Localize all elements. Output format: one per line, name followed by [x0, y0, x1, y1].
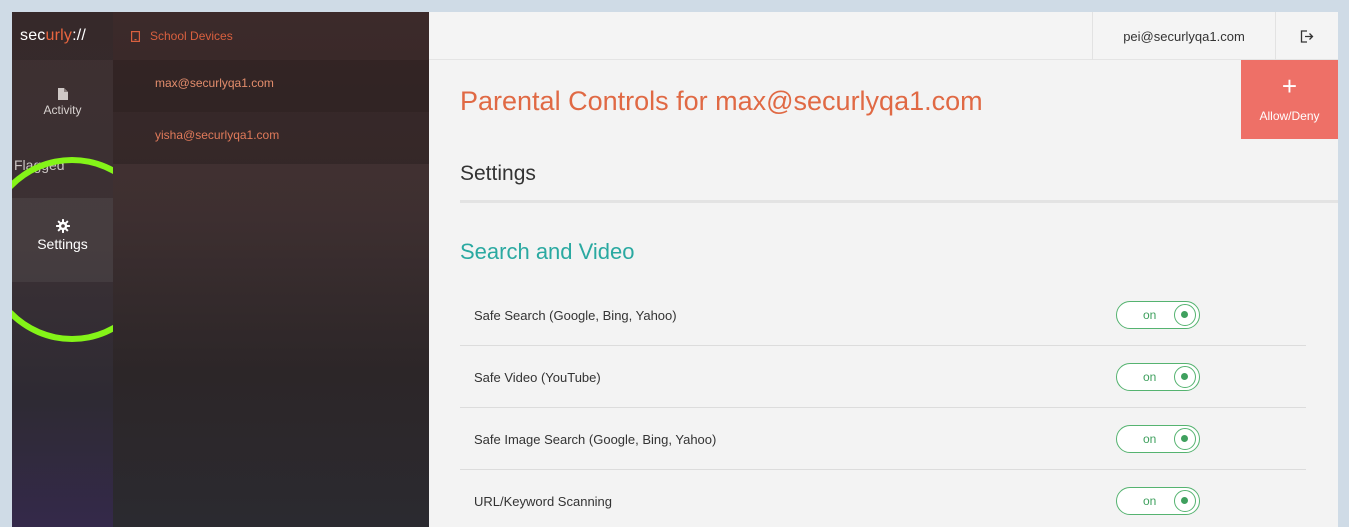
setting-row-safe-image-search: Safe Image Search (Google, Bing, Yahoo) … — [460, 408, 1306, 470]
allow-deny-label: Allow/Deny — [1259, 109, 1320, 123]
group-heading: Search and Video — [460, 239, 635, 264]
device-list-header: School Devices — [113, 12, 429, 60]
setting-label: Safe Image Search (Google, Bing, Yahoo) — [474, 431, 717, 447]
securly-logo[interactable]: sec urly:// — [12, 12, 113, 60]
allow-deny-button[interactable]: + Allow/Deny — [1241, 60, 1338, 139]
divider — [460, 200, 1338, 203]
device-list-title: School Devices — [150, 29, 233, 43]
device-list: School Devices max@securlyqa1.com yisha@… — [113, 12, 429, 527]
nav-item-activity[interactable]: Activity — [12, 76, 113, 136]
logo-text-prefix: sec — [20, 27, 46, 44]
tablet-icon — [131, 30, 140, 42]
device-item-max[interactable]: max@securlyqa1.com — [113, 60, 429, 112]
section-heading: Settings — [460, 162, 536, 185]
main-content: pei@securlyqa1.com + Allow/Deny Parental… — [429, 12, 1338, 527]
document-icon — [57, 88, 68, 100]
safe-video-toggle[interactable]: on — [1116, 363, 1200, 391]
nav-item-label: Activity — [43, 103, 82, 117]
setting-label: URL/Keyword Scanning — [474, 493, 613, 509]
page-title: Parental Controls for max@securlyqa1.com — [460, 86, 983, 116]
setting-row-safe-search: Safe Search (Google, Bing, Yahoo) on — [460, 284, 1306, 346]
device-item-label: yisha@securlyqa1.com — [155, 128, 280, 142]
toggle-knob — [1174, 304, 1196, 326]
setting-label: Safe Video (YouTube) — [474, 369, 601, 385]
user-account[interactable]: pei@securlyqa1.com — [1092, 12, 1275, 60]
toggle-state: on — [1143, 431, 1157, 446]
toggle-knob — [1174, 366, 1196, 388]
user-email: pei@securlyqa1.com — [1123, 28, 1245, 44]
toggle-state: on — [1143, 307, 1157, 322]
logo-text-accent: urly — [45, 27, 73, 44]
plus-icon: + — [1281, 71, 1298, 101]
safe-image-search-toggle[interactable]: on — [1116, 425, 1200, 453]
toggle-state: on — [1143, 369, 1157, 384]
device-item-label: max@securlyqa1.com — [155, 76, 274, 90]
setting-row-safe-video: Safe Video (YouTube) on — [460, 346, 1306, 408]
toggle-knob — [1174, 490, 1196, 512]
device-item-yisha[interactable]: yisha@securlyqa1.com — [113, 112, 429, 164]
app-window: sec urly:// Activity Flagged Settings S… — [12, 12, 1338, 527]
top-bar: pei@securlyqa1.com — [429, 12, 1338, 60]
url-keyword-scanning-toggle[interactable]: on — [1116, 487, 1200, 515]
setting-row-url-keyword-scanning: URL/Keyword Scanning on — [460, 470, 1306, 527]
toggle-knob — [1174, 428, 1196, 450]
main-nav: sec urly:// Activity Flagged Settings — [12, 12, 162, 527]
logout-button[interactable] — [1275, 12, 1338, 60]
safe-search-toggle[interactable]: on — [1116, 301, 1200, 329]
toggle-state: on — [1143, 493, 1157, 508]
logo-text-suffix: :// — [72, 27, 87, 44]
setting-label: Safe Search (Google, Bing, Yahoo) — [474, 307, 677, 323]
logout-icon — [1300, 29, 1314, 43]
